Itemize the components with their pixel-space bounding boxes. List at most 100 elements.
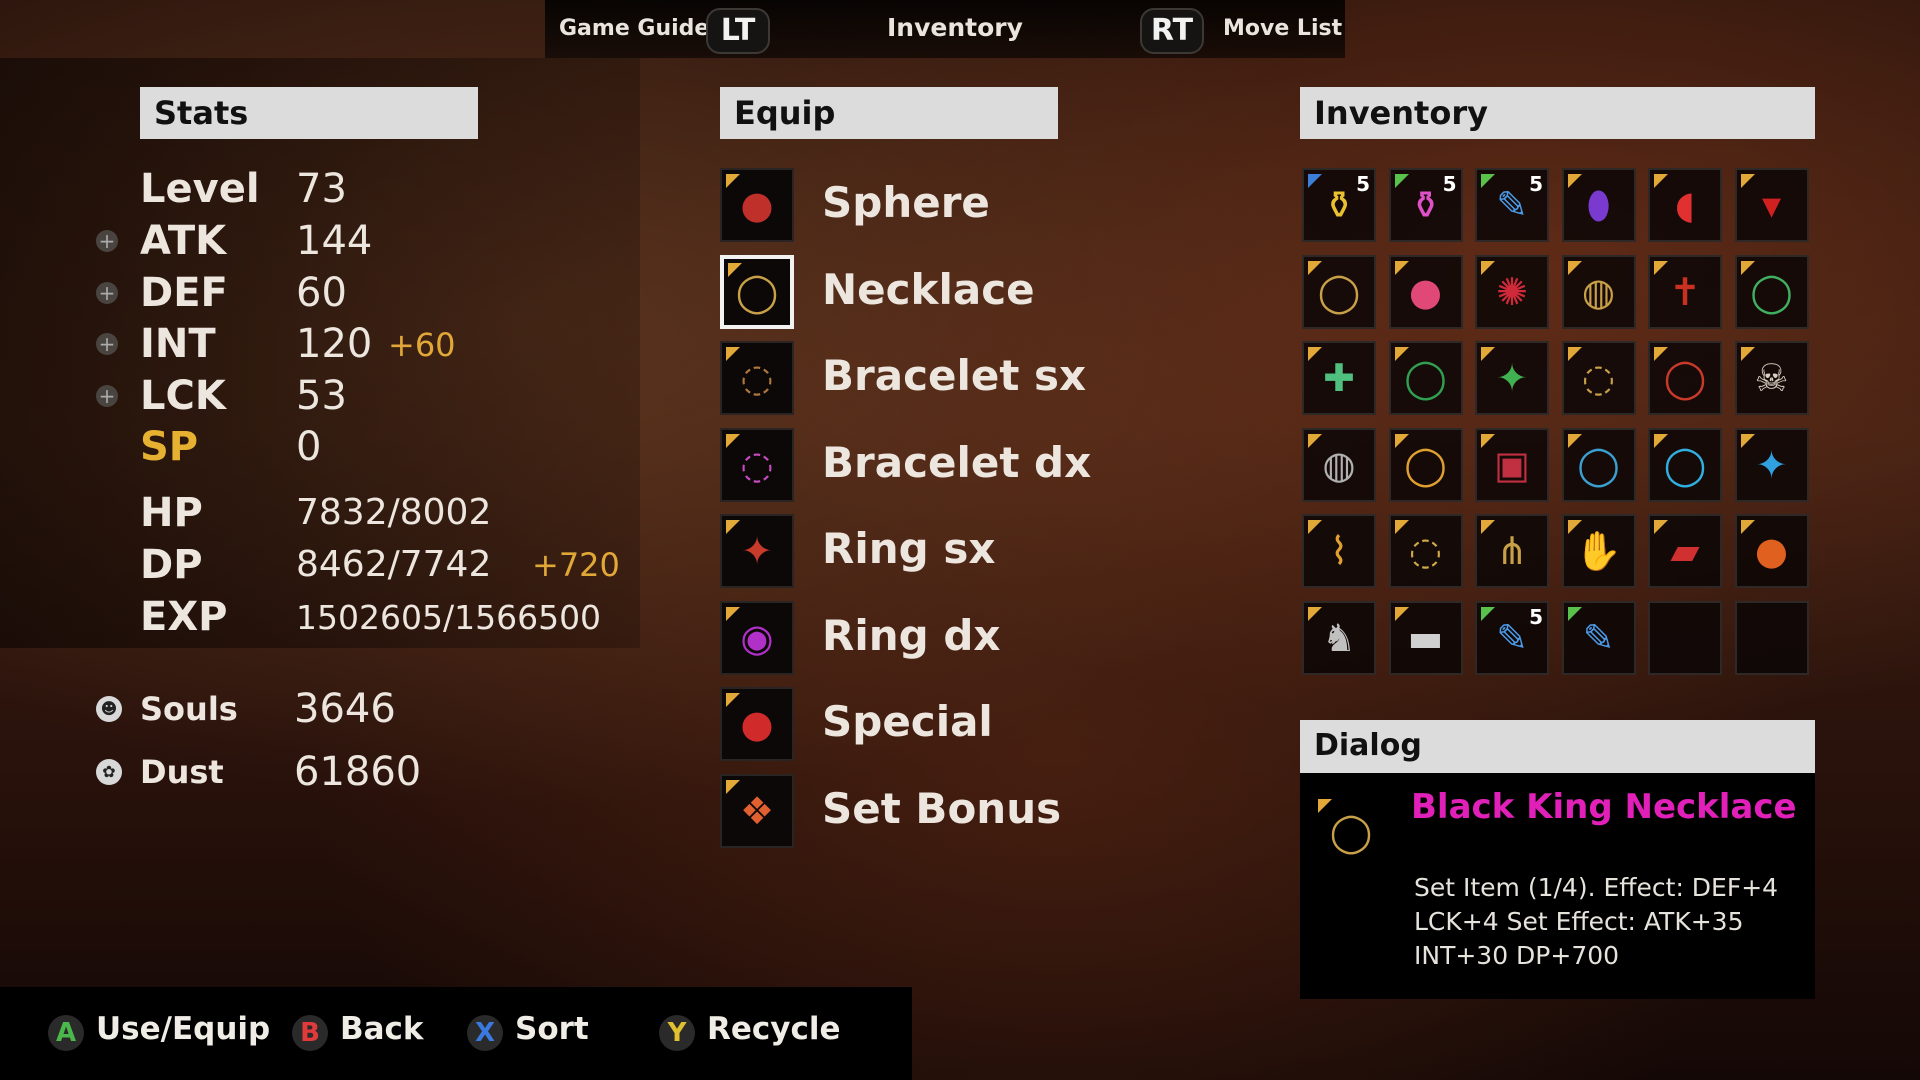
dust-value: 61860 (294, 749, 422, 795)
item-quantity: 5 (1529, 172, 1543, 196)
purple-orb-icon: ⬮ (1586, 182, 1611, 227)
bracelet-icon: ◌ (740, 442, 774, 487)
necklace-icon: ◯ (1317, 269, 1361, 314)
dialog-desc-line: LCK+4 Set Effect: ATK+35 (1414, 907, 1744, 936)
equip-slot[interactable]: ❖ (720, 773, 794, 848)
inventory-slot[interactable]: ✦ (1475, 341, 1549, 415)
equip-slot-name[interactable]: Necklace (822, 265, 1035, 314)
inventory-slot[interactable]: ◍ (1561, 254, 1636, 329)
inventory-slot[interactable]: ⚱ 5 (1302, 168, 1376, 242)
stat-value: 120 (296, 321, 373, 367)
empty-slot (1737, 603, 1807, 673)
pink-gem-icon: ● (1408, 269, 1443, 314)
inventory-slot[interactable]: ⚱ 5 (1388, 168, 1463, 242)
plus-icon[interactable]: + (96, 333, 118, 355)
orange-orb-icon: ● (1754, 529, 1789, 573)
pill-icon: ◖ (1674, 183, 1696, 227)
inventory-slot[interactable]: ▣ (1475, 427, 1549, 502)
inventory-slot[interactable]: ▾ (1734, 168, 1809, 242)
inventory-title: Inventory (1300, 87, 1815, 139)
equip-slot-name[interactable]: Ring dx (822, 611, 1000, 660)
inventory-slot[interactable]: ✚ (1302, 341, 1376, 415)
dialog-desc-line: INT+30 DP+700 (1414, 941, 1620, 970)
stat-value: 1502605/1566500 (296, 598, 602, 637)
inventory-slot[interactable]: ⋔ (1475, 514, 1549, 588)
equip-slot[interactable]: ● (720, 687, 794, 761)
red-pendant-icon: ◯ (1663, 356, 1707, 400)
x-button-icon: X (467, 1015, 503, 1051)
inventory-slot[interactable] (1734, 600, 1809, 675)
inventory-slot[interactable]: ◍ (1302, 427, 1376, 502)
inventory-slot[interactable]: ✎ (1561, 600, 1636, 675)
empty-slot (1650, 603, 1720, 673)
plus-icon[interactable]: + (96, 282, 118, 304)
inventory-slot[interactable]: ◌ (1388, 514, 1463, 588)
stat-label: Level (140, 166, 260, 212)
inventory-slot[interactable]: ✎ 5 (1475, 168, 1549, 242)
inventory-slot[interactable]: ● (1388, 254, 1463, 329)
card-icon: ▣ (1494, 442, 1530, 487)
equip-slot[interactable]: ◉ (720, 600, 794, 675)
silver-ring-icon: ◍ (1322, 442, 1356, 487)
inventory-slot[interactable]: ◯ (1648, 341, 1722, 415)
a-button-icon: A (48, 1015, 84, 1051)
equip-slot[interactable]: ◌ (720, 341, 794, 415)
inventory-slot[interactable]: ♞ (1302, 600, 1376, 675)
inventory-slot[interactable]: ◯ (1388, 341, 1463, 415)
stat-value: 60 (296, 270, 347, 316)
equip-slot-name[interactable]: Sphere (822, 178, 990, 227)
move-list-tab[interactable]: Move List (1223, 16, 1342, 41)
special-icon: ● (740, 702, 774, 746)
sort-label: Sort (515, 1011, 589, 1047)
chain-bracelet-icon: ◌ (1408, 529, 1443, 573)
plus-icon[interactable]: + (96, 230, 118, 252)
game-guide-tab[interactable]: Game Guide (559, 16, 709, 41)
equip-slot[interactable]: ◌ (720, 427, 794, 502)
inventory-slot[interactable]: ◖ (1648, 168, 1722, 242)
stat-value: 73 (296, 166, 347, 212)
inventory-slot[interactable]: ⌇ (1302, 514, 1376, 588)
inventory-slot[interactable]: ● (1734, 514, 1809, 588)
inventory-slot[interactable]: ✋ (1561, 514, 1636, 588)
inventory-slot[interactable] (1648, 600, 1722, 675)
gold-ring-icon: ◯ (1404, 442, 1447, 487)
inventory-slot[interactable]: ◌ (1561, 341, 1636, 415)
inventory-slot[interactable]: ◯ (1648, 427, 1722, 502)
inventory-slot[interactable]: ◯ (1388, 427, 1463, 502)
equip-slot[interactable]: ● (720, 168, 794, 242)
dust-label: Dust (140, 753, 224, 791)
inventory-slot[interactable]: ✦ (1734, 427, 1809, 502)
ring-icon: ✦ (741, 529, 773, 573)
equip-slot-name[interactable]: Bracelet dx (822, 438, 1091, 487)
inventory-slot[interactable]: ⬮ (1561, 168, 1636, 242)
rt-trigger-icon[interactable]: RT (1140, 8, 1204, 54)
equip-slot-name[interactable]: Special (822, 697, 993, 746)
equip-slot[interactable]: ◯ (720, 254, 794, 329)
bracelet-icon: ◌ (740, 356, 774, 400)
inventory-slot[interactable]: ▰ (1648, 514, 1722, 588)
inventory-slot[interactable]: ◯ (1302, 254, 1376, 329)
equip-slot[interactable]: ✦ (720, 514, 794, 588)
bead-bracelet-icon: ◌ (1581, 356, 1616, 400)
inventory-slot[interactable]: ◯ (1734, 254, 1809, 329)
inventory-slot[interactable]: ✺ (1475, 254, 1549, 329)
red-shoe-icon: ▰ (1670, 529, 1700, 573)
blue-bracelet-icon: ✦ (1755, 442, 1788, 487)
inventory-slot[interactable]: ◯ (1561, 427, 1636, 502)
equip-slot-name[interactable]: Set Bonus (822, 784, 1061, 833)
item-quantity: 5 (1442, 172, 1457, 196)
equip-slot-name[interactable]: Ring sx (822, 524, 995, 573)
inventory-tab[interactable]: Inventory (887, 13, 1023, 42)
inventory-slot[interactable]: ▬ (1388, 600, 1463, 675)
lt-trigger-icon[interactable]: LT (706, 8, 770, 54)
inventory-slot[interactable]: ☠ (1734, 341, 1809, 415)
dust-icon: ✿ (96, 759, 122, 785)
inventory-slot[interactable]: ✝ (1648, 254, 1722, 329)
green-ring-icon: ✦ (1496, 356, 1528, 400)
inventory-slot[interactable]: ✎ 5 (1475, 600, 1549, 675)
dialog-panel: ◯ Black King Necklace Set Item (1/4). Ef… (1300, 773, 1815, 999)
dialog-item-icon: ◯ (1314, 795, 1388, 869)
dp-bonus: +720 (532, 546, 620, 584)
equip-slot-name[interactable]: Bracelet sx (822, 351, 1086, 400)
plus-icon[interactable]: + (96, 385, 118, 407)
